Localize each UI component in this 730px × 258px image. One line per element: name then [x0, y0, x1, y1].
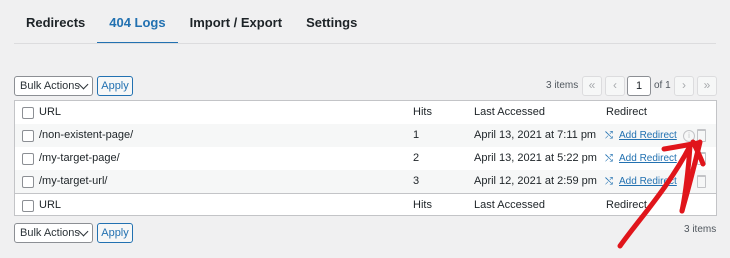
row-hits: 1: [413, 129, 420, 141]
trash-icon[interactable]: [697, 152, 706, 165]
bulk-actions-label: Bulk Actions: [20, 80, 80, 92]
tab-settings[interactable]: Settings: [294, 0, 369, 44]
row-last-accessed: April 13, 2021 at 5:22 pm: [474, 152, 597, 164]
column-redirect-footer: Redirect: [606, 199, 647, 211]
column-last-accessed-footer[interactable]: Last Accessed: [474, 194, 545, 217]
row-checkbox[interactable]: [22, 153, 34, 165]
row-hits: 2: [413, 152, 420, 164]
tab-bar: Redirects 404 Logs Import / Export Setti…: [14, 0, 369, 44]
last-page-button[interactable]: »: [697, 76, 717, 96]
column-last-accessed[interactable]: Last Accessed: [474, 101, 545, 124]
column-url[interactable]: URL: [39, 101, 61, 124]
tab-404-logs[interactable]: 404 Logs: [97, 0, 178, 44]
row-last-accessed: April 13, 2021 at 7:11 pm: [474, 129, 597, 141]
total-pages: of 1: [654, 80, 671, 91]
row-url: /my-target-url/: [39, 175, 108, 187]
logs-table: URL Hits Last Accessed Redirect /non-exi…: [14, 100, 717, 216]
table-row: /my-target-url/ 3 April 12, 2021 at 2:59…: [15, 170, 716, 193]
column-hits-footer[interactable]: Hits: [413, 194, 432, 217]
select-all-checkbox-footer[interactable]: [22, 200, 34, 212]
trash-icon[interactable]: [697, 129, 706, 142]
column-hits[interactable]: Hits: [413, 101, 432, 124]
add-redirect-link[interactable]: ⤭ Add Redirect: [605, 170, 677, 193]
trash-icon[interactable]: [697, 175, 706, 188]
bulk-actions-label: Bulk Actions: [20, 227, 80, 239]
tabs-divider: [14, 43, 716, 44]
row-checkbox[interactable]: [22, 130, 34, 142]
info-icon[interactable]: i: [683, 130, 695, 142]
tab-import-export[interactable]: Import / Export: [178, 0, 294, 44]
apply-button-top[interactable]: Apply: [97, 76, 133, 96]
items-count-bottom: 3 items: [684, 224, 717, 235]
table-row: /my-target-page/ 2 April 13, 2021 at 5:2…: [15, 147, 716, 170]
row-hits: 3: [413, 175, 420, 187]
column-url-footer[interactable]: URL: [39, 194, 61, 217]
apply-button-bottom[interactable]: Apply: [97, 223, 133, 243]
table-header: URL Hits Last Accessed Redirect: [15, 101, 716, 125]
bulk-actions-select-bottom[interactable]: Bulk Actions: [14, 223, 93, 243]
current-page-input[interactable]: 1: [627, 76, 651, 96]
tab-redirects[interactable]: Redirects: [14, 0, 97, 44]
shuffle-icon: ⤭: [605, 130, 613, 141]
table-footer: URL Hits Last Accessed Redirect: [15, 193, 716, 217]
shuffle-icon: ⤭: [605, 176, 613, 187]
select-all-checkbox[interactable]: [22, 107, 34, 119]
table-row: /non-existent-page/ 1 April 13, 2021 at …: [15, 124, 716, 147]
chevron-down-icon: [78, 226, 89, 237]
column-redirect: Redirect: [606, 106, 647, 118]
first-page-button[interactable]: «: [582, 76, 602, 96]
row-url: /my-target-page/: [39, 152, 120, 164]
prev-page-button[interactable]: ‹: [605, 76, 625, 96]
row-last-accessed: April 12, 2021 at 2:59 pm: [474, 175, 597, 187]
shuffle-icon: ⤭: [605, 153, 613, 164]
row-url: /non-existent-page/: [39, 129, 134, 141]
chevron-down-icon: [78, 79, 89, 90]
row-checkbox[interactable]: [22, 176, 34, 188]
add-redirect-link[interactable]: ⤭ Add Redirect: [605, 147, 677, 170]
bulk-actions-select-top[interactable]: Bulk Actions: [14, 76, 93, 96]
next-page-button[interactable]: ›: [674, 76, 694, 96]
items-count-top: 3 items: [546, 80, 579, 91]
add-redirect-link[interactable]: ⤭ Add Redirect: [605, 124, 677, 147]
